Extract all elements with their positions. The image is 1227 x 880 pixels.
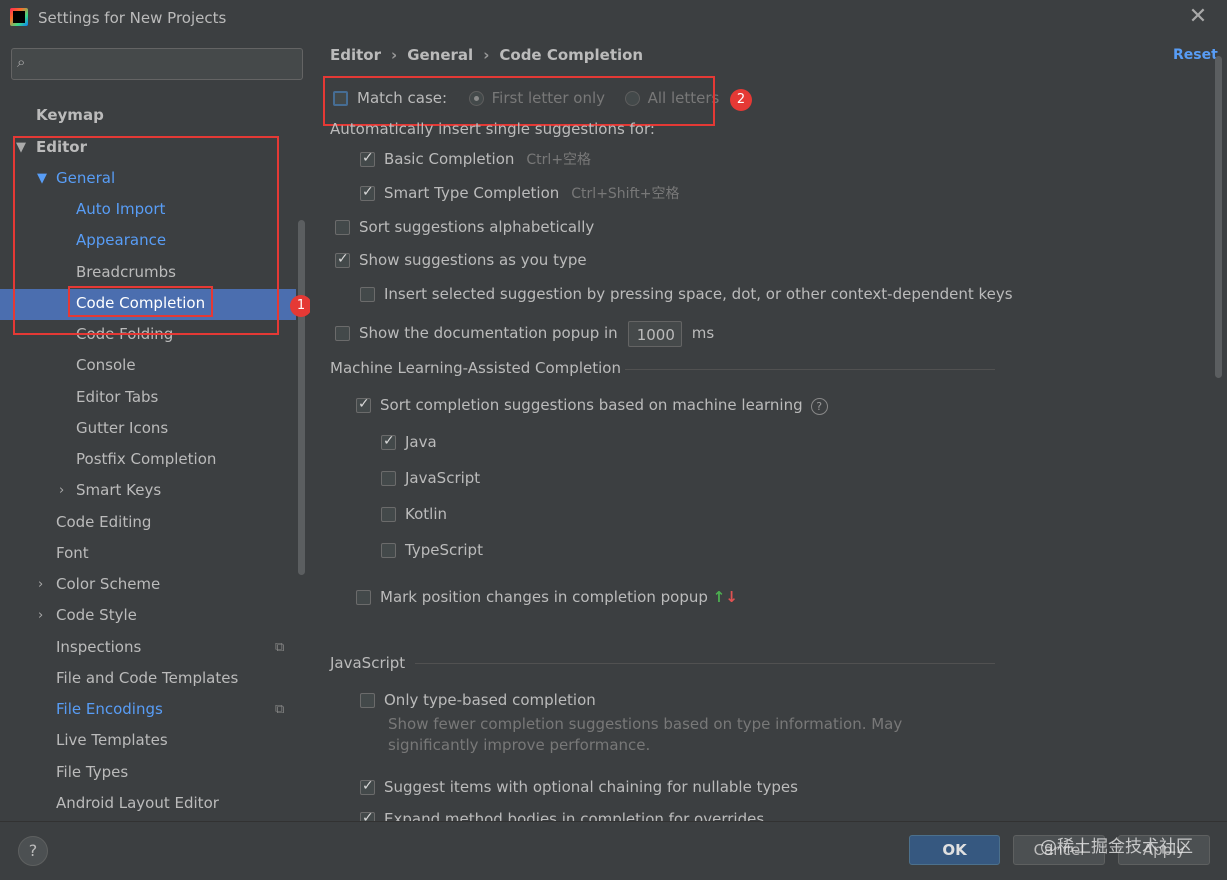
basic-completion-checkbox[interactable] (360, 148, 375, 168)
breadcrumb-separator-icon: › (391, 46, 398, 64)
sidebar-item-code-style[interactable]: Code Style (56, 601, 137, 629)
sort-alpha-row: Sort suggestions alphabetically (335, 215, 594, 239)
expand-method-bodies-label: Expand method bodies in completion for o… (384, 810, 765, 821)
show-as-type-label: Show suggestions as you type (359, 251, 587, 269)
annotation-box-code-completion (68, 286, 213, 317)
show-as-type-row: Show suggestions as you type (335, 248, 587, 272)
smart-type-completion-label: Smart Type Completion (384, 184, 560, 202)
mark-position-checkbox[interactable] (356, 590, 371, 605)
lang-java-label: Java (405, 433, 437, 451)
expand-method-bodies-checkbox[interactable] (360, 808, 375, 821)
sidebar-item-smart-keys[interactable]: Smart Keys (76, 476, 161, 504)
annotation-badge-1: 1 (290, 295, 312, 317)
main-scrollbar[interactable] (1215, 56, 1222, 378)
only-type-based-label: Only type-based completion (384, 691, 596, 709)
lang-kotlin-label: Kotlin (405, 505, 447, 523)
sidebar-item-gutter-icons[interactable]: Gutter Icons (76, 414, 168, 442)
ml-sort-checkbox[interactable] (356, 394, 371, 414)
sidebar-item-postfix-completion[interactable]: Postfix Completion (76, 445, 216, 473)
sidebar-item-console[interactable]: Console (76, 351, 136, 379)
sidebar-item-live-templates[interactable]: Live Templates (56, 726, 168, 754)
smart-type-completion-shortcut: Ctrl+Shift+空格 (571, 186, 680, 202)
arrow-up-icon: ↑ (712, 588, 726, 606)
watermark: @稀土掘金技术社区 (1040, 837, 1193, 857)
sidebar-item-inspections[interactable]: Inspections (56, 633, 141, 661)
suggest-optional-chaining-row: Suggest items with optional chaining for… (360, 775, 798, 799)
sidebar-item-color-scheme[interactable]: Color Scheme (56, 570, 160, 598)
chevron-right-icon[interactable]: › (38, 608, 43, 623)
suggest-optional-chaining-label: Suggest items with optional chaining for… (384, 778, 798, 796)
section-divider (415, 663, 995, 664)
sidebar-scrollbar[interactable] (298, 220, 305, 575)
chevron-right-icon[interactable]: › (38, 577, 43, 592)
sidebar-item-android-layout-editor[interactable]: Android Layout Editor (56, 789, 219, 817)
arrow-down-icon: ↓ (725, 588, 738, 606)
doc-popup-unit-label: ms (691, 324, 715, 342)
breadcrumb-code-completion: Code Completion (499, 46, 644, 64)
lang-kotlin-checkbox[interactable] (381, 507, 396, 522)
show-doc-popup-checkbox[interactable] (335, 326, 350, 341)
mark-position-label: Mark position changes in completion popu… (380, 588, 708, 606)
only-type-based-row: Only type-based completion (360, 688, 596, 712)
sidebar-item-keymap[interactable]: Keymap (36, 101, 104, 129)
only-type-based-checkbox[interactable] (360, 693, 375, 708)
lang-javascript-label: JavaScript (405, 469, 481, 487)
help-button[interactable]: ? (18, 836, 48, 866)
lang-typescript-checkbox[interactable] (381, 543, 396, 558)
expand-method-bodies-row: Expand method bodies in completion for o… (360, 807, 764, 821)
lang-typescript-row: TypeScript (381, 538, 483, 562)
close-icon[interactable]: ✕ (1188, 6, 1208, 28)
suggest-optional-chaining-checkbox[interactable] (360, 776, 375, 796)
sort-alpha-label: Sort suggestions alphabetically (359, 218, 595, 236)
lang-java-row: Java (381, 430, 437, 454)
smart-type-completion-checkbox[interactable] (360, 182, 375, 202)
auto-insert-label: Automatically insert single suggestions … (330, 120, 655, 138)
lang-kotlin-row: Kotlin (381, 502, 447, 526)
show-as-type-checkbox[interactable] (335, 249, 350, 269)
smart-type-completion-row: Smart Type Completion Ctrl+Shift+空格 (360, 181, 679, 205)
insert-selected-row: Insert selected suggestion by pressing s… (360, 282, 1013, 306)
breadcrumb-editor[interactable]: Editor (330, 46, 381, 64)
sidebar-item-file-encodings[interactable]: File Encodings (56, 695, 163, 723)
sidebar-item-code-editing[interactable]: Code Editing (56, 508, 151, 536)
sidebar-item-file-types[interactable]: File Types (56, 758, 128, 786)
section-divider (625, 369, 995, 370)
reset-link[interactable]: Reset (1173, 47, 1218, 63)
window-title: Settings for New Projects (38, 9, 227, 27)
only-type-based-description-cont: significantly improve performance. (388, 736, 651, 754)
ml-sort-row: Sort completion suggestions based on mac… (356, 393, 828, 417)
ml-sort-label: Sort completion suggestions based on mac… (380, 396, 803, 414)
sort-alpha-checkbox[interactable] (335, 220, 350, 235)
mark-position-row: Mark position changes in completion popu… (356, 585, 738, 609)
insert-selected-checkbox[interactable] (360, 287, 375, 302)
breadcrumb-separator-icon: › (483, 46, 490, 64)
ml-section-title: Machine Learning-Assisted Completion (330, 359, 621, 377)
js-section-title: JavaScript (330, 654, 406, 672)
sidebar-item-file-code-templates[interactable]: File and Code Templates (56, 664, 238, 692)
lang-java-checkbox[interactable] (381, 431, 396, 451)
search-input[interactable] (11, 48, 303, 80)
basic-completion-shortcut: Ctrl+空格 (526, 152, 592, 168)
project-scope-icon: ⧉ (275, 640, 285, 655)
project-scope-icon: ⧉ (275, 702, 285, 717)
annotation-badge-2: 2 (730, 89, 752, 111)
doc-popup-delay-input[interactable]: 1000 (627, 320, 682, 347)
intellij-app-icon (10, 8, 28, 26)
show-doc-popup-label: Show the documentation popup in (359, 324, 618, 342)
chevron-right-icon[interactable]: › (59, 483, 64, 498)
sidebar-item-editor-tabs[interactable]: Editor Tabs (76, 383, 158, 411)
insert-selected-label: Insert selected suggestion by pressing s… (384, 285, 1013, 303)
ok-button[interactable]: OK (909, 835, 1000, 865)
help-icon[interactable]: ? (810, 398, 828, 415)
show-doc-popup-row: Show the documentation popup in 1000 ms (335, 318, 714, 348)
lang-javascript-checkbox[interactable] (381, 471, 396, 486)
basic-completion-row: Basic Completion Ctrl+空格 (360, 147, 591, 171)
basic-completion-label: Basic Completion (384, 150, 515, 168)
lang-javascript-row: JavaScript (381, 466, 480, 490)
lang-typescript-label: TypeScript (405, 541, 483, 559)
breadcrumb-general[interactable]: General (407, 46, 473, 64)
breadcrumb: Editor › General › Code Completion (330, 46, 643, 64)
search-icon[interactable]: ⌕ (17, 53, 25, 71)
sidebar-item-font[interactable]: Font (56, 539, 89, 567)
